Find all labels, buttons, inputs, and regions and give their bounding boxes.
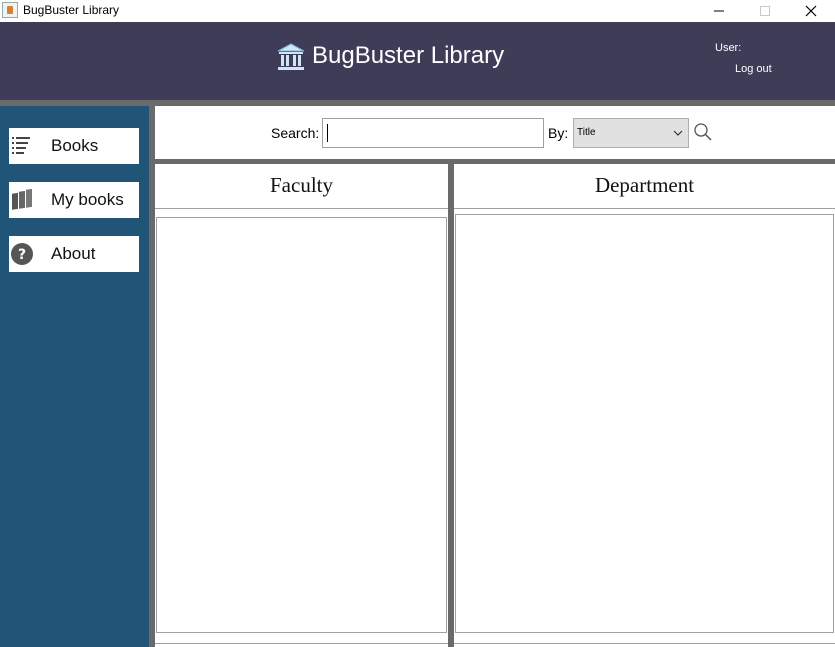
department-header: Department [454,164,835,209]
window-titlebar: BugBuster Library [0,0,835,22]
faculty-panel: Faculty [155,164,448,647]
window-title: BugBuster Library [23,3,120,17]
search-icon[interactable] [693,122,713,142]
department-footer-line [454,643,835,644]
library-building-icon [277,43,305,70]
maximize-icon [760,6,770,16]
search-by-label: By: [548,125,569,141]
books-stack-icon [12,188,32,210]
search-by-select[interactable]: Title [573,118,689,148]
question-icon: ? [11,243,33,265]
svg-text:?: ? [18,247,26,263]
list-icon [12,137,30,154]
search-by-selected-value: Title [577,127,596,138]
search-bar: Search: By: Title [155,106,835,159]
faculty-list[interactable] [156,217,447,633]
close-button[interactable] [788,0,834,22]
minimize-icon [714,10,724,12]
search-label: Search: [271,125,320,141]
minimize-button[interactable] [696,0,742,22]
sidebar-item-label: My books [51,190,124,209]
chevron-down-icon [673,130,683,136]
sidebar-item-label: About [51,244,96,263]
app-title: BugBuster Library [312,42,505,69]
sidebar-item-my-books[interactable]: My books [9,182,139,218]
faculty-footer-line [155,643,448,644]
sidebar-item-books[interactable]: Books [9,128,139,164]
user-label: User: [715,42,742,54]
logout-link[interactable]: Log out [735,63,772,75]
sidebar-item-about[interactable]: ? About [9,236,139,272]
java-app-icon [2,2,18,18]
app-header: BugBuster Library User: Log out [0,22,835,100]
faculty-header: Faculty [155,164,448,209]
department-list[interactable] [455,214,834,633]
department-panel: Department [454,164,835,647]
text-caret [327,124,328,142]
search-input[interactable] [322,118,544,148]
close-icon [805,5,817,17]
maximize-button[interactable] [742,0,788,22]
sidebar-item-label: Books [51,136,99,155]
